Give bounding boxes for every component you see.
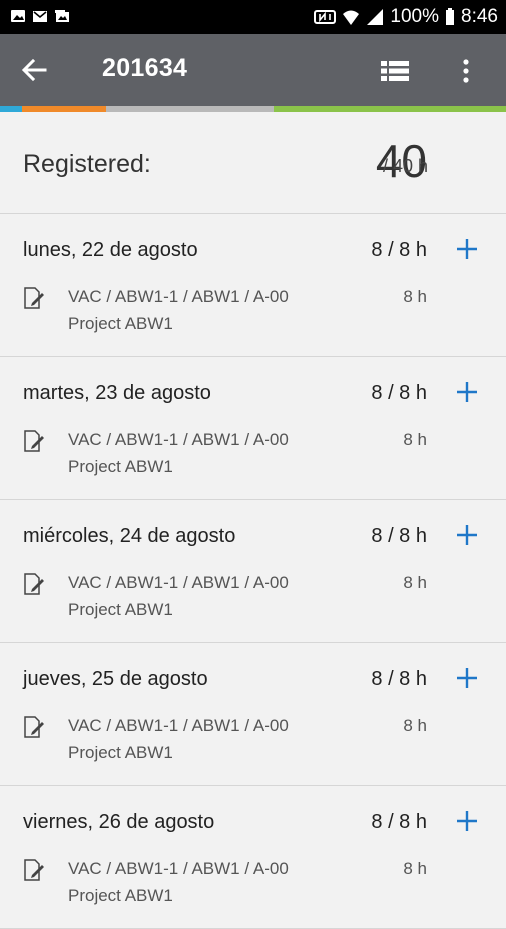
entry-path[interactable]: VAC / ABW1-1 / ABW1 / A-00	[68, 430, 289, 450]
day-row[interactable]: lunes, 22 de agosto 8 / 8 h VAC / ABW1-1…	[0, 214, 506, 357]
list-icon	[381, 60, 409, 82]
entry-hours: 8 h	[403, 716, 427, 735]
entry-project: Project ABW1	[68, 886, 173, 905]
day-hours: 8 / 8 h	[371, 668, 427, 690]
battery-icon	[446, 8, 455, 25]
entry-project: Project ABW1	[68, 314, 173, 333]
status-bar: 100% 8:46	[0, 0, 506, 34]
entry-project: Project ABW1	[68, 743, 173, 762]
photos-icon	[55, 10, 69, 22]
edit-document-icon	[24, 430, 44, 452]
registered-label: Registered:	[23, 150, 151, 178]
day-row[interactable]: jueves, 25 de agosto 8 / 8 h VAC / ABW1-…	[0, 643, 506, 786]
day-row[interactable]: martes, 23 de agosto 8 / 8 h VAC / ABW1-…	[0, 357, 506, 500]
entry-hours: 8 h	[403, 287, 427, 306]
registered-total: / 40 h	[382, 156, 428, 176]
day-row[interactable]: viernes, 26 de agosto 8 / 8 h VAC / ABW1…	[0, 786, 506, 929]
day-hours: 8 / 8 h	[371, 525, 427, 547]
entry-project: Project ABW1	[68, 600, 173, 619]
edit-document-icon	[24, 716, 44, 738]
registered-summary: Registered: 40 / 40 h	[0, 112, 506, 214]
notification-icons	[10, 8, 70, 24]
day-date: miércoles, 24 de agosto	[23, 525, 236, 547]
wifi-icon	[343, 10, 360, 25]
entry-path[interactable]: VAC / ABW1-1 / ABW1 / A-00	[68, 573, 289, 593]
entry-path[interactable]: VAC / ABW1-1 / ABW1 / A-00	[68, 716, 289, 736]
day-date: viernes, 26 de agosto	[23, 811, 215, 833]
add-entry-button[interactable]	[452, 663, 482, 693]
plus-icon	[457, 239, 477, 259]
battery-percent: 100%	[390, 6, 440, 27]
edit-document-icon	[24, 859, 44, 881]
entry-path[interactable]: VAC / ABW1-1 / ABW1 / A-00	[68, 859, 289, 879]
plus-icon	[457, 382, 477, 402]
list-view-button[interactable]	[378, 54, 412, 88]
day-hours: 8 / 8 h	[371, 811, 427, 833]
gmail-icon	[33, 11, 47, 22]
day-row[interactable]: miércoles, 24 de agosto 8 / 8 h VAC / AB…	[0, 500, 506, 643]
day-hours: 8 / 8 h	[371, 382, 427, 404]
entry-hours: 8 h	[403, 430, 427, 449]
entry-hours: 8 h	[403, 859, 427, 878]
edit-document-icon	[24, 573, 44, 595]
entry-project: Project ABW1	[68, 457, 173, 476]
back-button[interactable]	[14, 52, 54, 88]
app-bar: 201634	[0, 34, 506, 106]
add-entry-button[interactable]	[452, 520, 482, 550]
day-date: lunes, 22 de agosto	[23, 239, 198, 261]
add-entry-button[interactable]	[452, 234, 482, 264]
page-title: 201634	[102, 54, 188, 82]
plus-icon	[457, 525, 477, 545]
signal-icon	[367, 9, 384, 25]
entry-hours: 8 h	[403, 573, 427, 592]
entry-path[interactable]: VAC / ABW1-1 / ABW1 / A-00	[68, 287, 289, 307]
overflow-menu-button[interactable]	[452, 54, 480, 88]
add-entry-button[interactable]	[452, 377, 482, 407]
day-date: jueves, 25 de agosto	[23, 668, 208, 690]
edit-document-icon	[24, 287, 44, 309]
day-hours: 8 / 8 h	[371, 239, 427, 261]
system-status: 100% 8:46	[314, 0, 498, 34]
day-date: martes, 23 de agosto	[23, 382, 211, 404]
plus-icon	[457, 668, 477, 688]
plus-icon	[457, 811, 477, 831]
arrow-left-icon	[21, 58, 47, 82]
nfc-icon	[314, 10, 337, 24]
more-vertical-icon	[463, 59, 469, 83]
clock: 8:46	[461, 6, 498, 27]
image-icon	[11, 10, 25, 22]
add-entry-button[interactable]	[452, 806, 482, 836]
